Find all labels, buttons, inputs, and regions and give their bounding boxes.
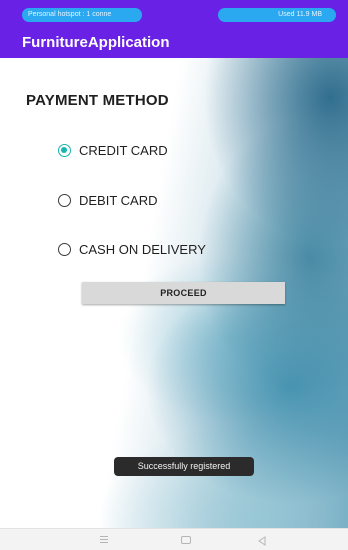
data-usage-indicator: Used 11.9 MB: [218, 8, 336, 22]
proceed-button[interactable]: PROCEED: [82, 282, 285, 304]
app-bar: FurnitureApplication: [0, 28, 348, 58]
navigation-bar: [0, 528, 348, 550]
hotspot-indicator: Personal hotspot : 1 conne: [22, 8, 142, 22]
home-icon[interactable]: [180, 534, 192, 546]
back-icon[interactable]: [256, 534, 268, 546]
app-title: FurnitureApplication: [22, 34, 170, 51]
radio-label: DEBIT CARD: [79, 192, 158, 208]
radio-unchecked-icon[interactable]: [58, 193, 71, 207]
menu-icon[interactable]: [98, 534, 110, 546]
radio-debit-card[interactable]: DEBIT CARD: [58, 190, 158, 210]
page-title: PAYMENT METHOD: [26, 92, 169, 109]
payment-screen: PAYMENT METHOD CREDIT CARD DEBIT CARD CA…: [0, 58, 348, 528]
radio-credit-card[interactable]: CREDIT CARD: [58, 140, 168, 160]
radio-cash-on-delivery[interactable]: CASH ON DELIVERY: [58, 239, 206, 259]
radio-checked-icon[interactable]: [58, 143, 71, 157]
radio-label: CREDIT CARD: [79, 142, 168, 158]
radio-unchecked-icon[interactable]: [58, 242, 71, 256]
toast-message: Successfully registered: [114, 457, 254, 476]
radio-label: CASH ON DELIVERY: [79, 241, 206, 257]
status-bar: Personal hotspot : 1 conne Used 11.9 MB: [0, 0, 348, 28]
